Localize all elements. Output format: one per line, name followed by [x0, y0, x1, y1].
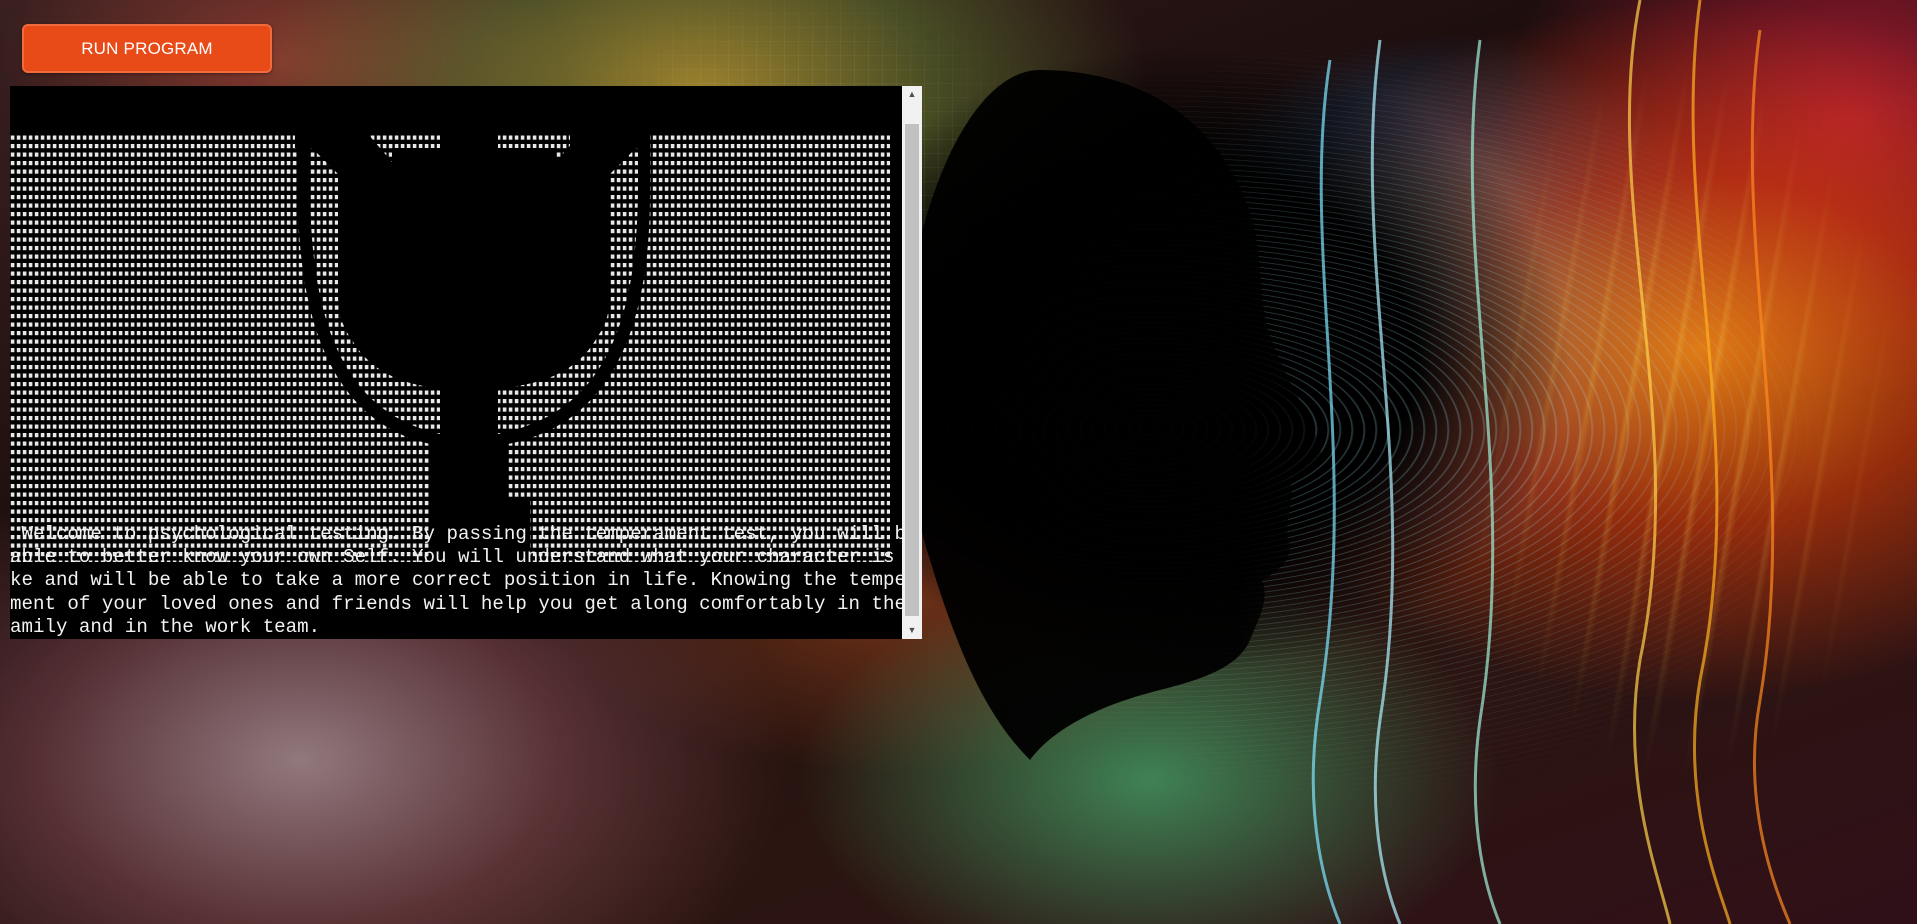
terminal-line: able to better know your own Self. You w…	[10, 546, 902, 569]
terminal-line: ke and will be able to take a more corre…	[10, 569, 902, 592]
scroll-up-arrow-icon[interactable]: ▲	[902, 86, 922, 103]
terminal-scrollbar[interactable]: ▲ ▼	[902, 86, 922, 639]
scrollbar-thumb[interactable]	[905, 124, 919, 616]
terminal-output: Welcome to psychological testing. By pas…	[10, 86, 902, 639]
terminal-welcome-text: Welcome to psychological testing. By pas…	[10, 523, 902, 639]
terminal-window[interactable]: Welcome to psychological testing. By pas…	[10, 86, 922, 639]
scroll-down-arrow-icon[interactable]: ▼	[902, 622, 922, 639]
terminal-line: amily and in the work team.	[10, 615, 321, 638]
psi-symbol-ascii-art	[10, 134, 890, 562]
terminal-line: ment of your loved ones and friends will…	[10, 592, 902, 615]
run-program-button[interactable]: RUN PROGRAM	[22, 24, 272, 73]
terminal-line: Welcome to psychological testing. By pas…	[10, 523, 902, 545]
run-program-label: RUN PROGRAM	[81, 38, 213, 58]
